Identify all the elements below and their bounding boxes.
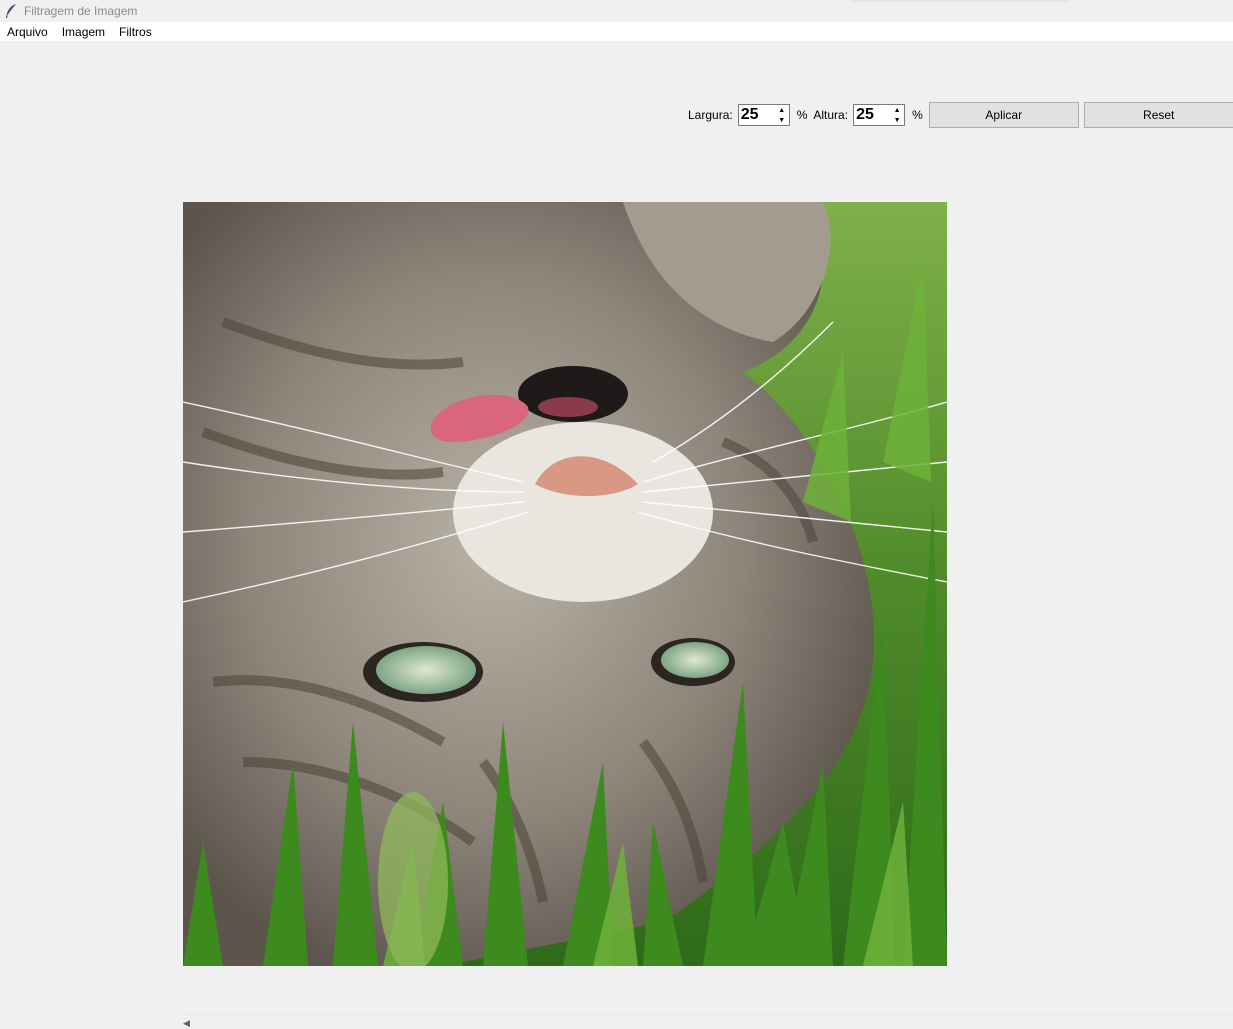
horizontal-scrollbar[interactable]: ◀ — [180, 1014, 1233, 1029]
feather-icon — [4, 3, 18, 19]
reset-button[interactable]: Reset — [1083, 102, 1233, 128]
cat-photo — [183, 202, 947, 966]
width-spin-arrows[interactable]: ▲ ▼ — [775, 105, 789, 125]
height-spin-arrows[interactable]: ▲ ▼ — [890, 105, 904, 125]
apply-button[interactable]: Aplicar — [928, 102, 1079, 128]
spin-down-icon[interactable]: ▼ — [890, 115, 904, 125]
spin-down-icon[interactable]: ▼ — [775, 115, 789, 125]
height-input[interactable] — [854, 106, 891, 124]
spin-up-icon[interactable]: ▲ — [775, 105, 789, 115]
menu-imagem[interactable]: Imagem — [55, 25, 112, 39]
height-unit: % — [912, 108, 923, 122]
height-label: Altura: — [813, 108, 849, 122]
menu-bar: Arquivo Imagem Filtros — [0, 22, 1233, 41]
menu-filtros[interactable]: Filtros — [112, 25, 159, 39]
title-shadow — [850, 0, 1070, 3]
width-unit: % — [796, 108, 808, 122]
menu-arquivo[interactable]: Arquivo — [0, 25, 55, 39]
scroll-left-icon[interactable]: ◀ — [183, 1018, 190, 1029]
title-bar: Filtragem de Imagem — [0, 0, 1233, 22]
window-title: Filtragem de Imagem — [24, 4, 138, 18]
width-spinbox[interactable]: ▲ ▼ — [737, 104, 790, 126]
width-label: Largura: — [688, 108, 733, 122]
width-input[interactable] — [738, 106, 775, 124]
spin-up-icon[interactable]: ▲ — [890, 105, 904, 115]
image-canvas — [183, 202, 947, 966]
resize-controls: Largura: ▲ ▼ % Altura: ▲ ▼ % Aplicar Res… — [688, 102, 1233, 128]
height-spinbox[interactable]: ▲ ▼ — [853, 104, 906, 126]
